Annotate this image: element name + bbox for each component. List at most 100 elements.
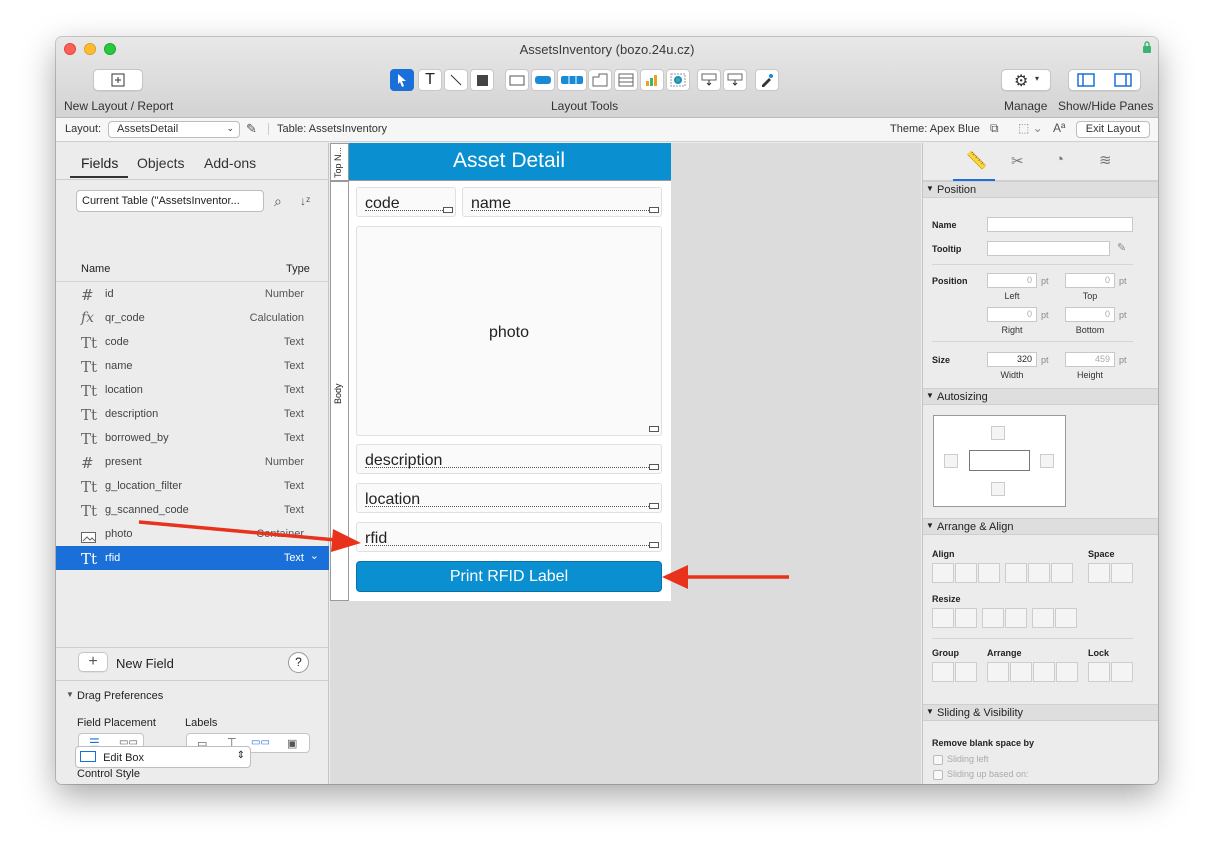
field-row-g-location-filter[interactable]: Tt g_location_filter Text xyxy=(56,474,329,498)
disclosure-triangle-icon[interactable]: ▼ xyxy=(66,690,74,699)
button-bar-tool[interactable] xyxy=(557,69,587,91)
position-section-header[interactable]: Position xyxy=(923,181,1158,198)
bring-to-front-button[interactable] xyxy=(987,662,1009,682)
sort-icon[interactable]: ↓ᶻ xyxy=(300,194,310,208)
anchor-right-lock-icon[interactable] xyxy=(1040,454,1054,468)
tab-objects[interactable]: Objects xyxy=(137,155,184,171)
sliding-visibility-section-header[interactable]: Sliding & Visibility xyxy=(923,704,1158,721)
format-painter-tool[interactable] xyxy=(755,69,779,91)
autosizing-section-header[interactable]: Autosizing xyxy=(923,388,1158,405)
position-tab-ruler-icon[interactable]: 📏 xyxy=(966,151,987,171)
tooltip-input[interactable] xyxy=(987,241,1110,256)
rfid-field[interactable]: rfid xyxy=(356,522,662,552)
manage-button[interactable]: ⚙ ▾ xyxy=(1001,69,1051,91)
chart-tool[interactable] xyxy=(640,69,664,91)
field-row-present[interactable]: # present Number xyxy=(56,450,329,474)
anchor-bottom-lock-icon[interactable] xyxy=(991,482,1005,496)
new-layout-button[interactable] xyxy=(93,69,143,91)
chevron-down-icon[interactable]: ⌄ xyxy=(310,549,319,562)
new-field-plus-button[interactable]: + xyxy=(78,652,108,672)
height-input[interactable]: 459 xyxy=(1065,352,1115,367)
pencil-icon[interactable]: ✎ xyxy=(246,121,257,137)
name-input[interactable] xyxy=(987,217,1133,232)
resize-largest-both-button[interactable] xyxy=(1055,608,1077,628)
field-row-photo[interactable]: photo Container xyxy=(56,522,329,546)
right-input[interactable]: 0 xyxy=(987,307,1037,322)
align-bottom-edges-button[interactable] xyxy=(1051,563,1073,583)
appearance-tab-palette-icon[interactable]: ◔ xyxy=(1055,151,1064,168)
sliding-up-checkbox[interactable] xyxy=(933,770,943,780)
description-field[interactable]: description xyxy=(356,444,662,474)
web-viewer-tool[interactable] xyxy=(666,69,690,91)
button-tool[interactable] xyxy=(531,69,555,91)
tab-add-ons[interactable]: Add-ons xyxy=(204,155,256,171)
tab-control-tool[interactable] xyxy=(588,69,612,91)
field-row-qr-code[interactable]: fx qr_code Calculation xyxy=(56,306,329,330)
top-input[interactable]: 0 xyxy=(1065,273,1115,288)
send-backward-button[interactable] xyxy=(1033,662,1055,682)
group-button[interactable] xyxy=(932,662,954,682)
field-row-description[interactable]: Tt description Text xyxy=(56,402,329,426)
layout-select[interactable]: AssetsDetail ⌄ xyxy=(108,121,240,138)
line-tool[interactable] xyxy=(444,69,468,91)
align-left-edges-button[interactable] xyxy=(932,563,954,583)
left-input[interactable]: 0 xyxy=(987,273,1037,288)
data-tab-database-icon[interactable]: ≋ xyxy=(1099,151,1112,169)
resize-largest-height-button[interactable] xyxy=(1005,608,1027,628)
insert-part-tool[interactable] xyxy=(723,69,747,91)
resize-smallest-height-button[interactable] xyxy=(982,608,1004,628)
bottom-input[interactable]: 0 xyxy=(1065,307,1115,322)
label-left-icon[interactable]: ▭▭ xyxy=(251,737,270,748)
field-row-g-scanned-code[interactable]: Tt g_scanned_code Text xyxy=(56,498,329,522)
tab-fields[interactable]: Fields xyxy=(81,155,118,171)
photo-field[interactable]: photo xyxy=(356,226,662,436)
font-size-icon[interactable]: Aª xyxy=(1053,121,1065,135)
shape-tool[interactable] xyxy=(470,69,494,91)
field-row-code[interactable]: Tt code Text xyxy=(56,330,329,354)
align-vertical-centers-button[interactable] xyxy=(1028,563,1050,583)
location-field[interactable]: location xyxy=(356,483,662,513)
resize-smallest-width-button[interactable] xyxy=(932,608,954,628)
field-row-id[interactable]: # id Number xyxy=(56,282,329,306)
align-top-edges-button[interactable] xyxy=(1005,563,1027,583)
layout-canvas[interactable]: Top N... Body Asset Detail code name pho… xyxy=(330,143,921,784)
column-name-header[interactable]: Name xyxy=(81,263,110,275)
pointer-tool[interactable] xyxy=(390,69,414,91)
space-vertically-button[interactable] xyxy=(1111,563,1133,583)
pencil-icon[interactable]: ✎ xyxy=(1117,241,1126,254)
theme-icon[interactable]: ⧉ xyxy=(990,121,999,136)
grid-icon[interactable]: ⬚ ⌄ xyxy=(1018,121,1043,135)
space-horizontally-button[interactable] xyxy=(1088,563,1110,583)
insert-field-tool[interactable] xyxy=(697,69,721,91)
text-tool[interactable]: T xyxy=(418,69,442,91)
control-style-select[interactable]: Edit Box ⇕ xyxy=(75,746,251,768)
lock-button[interactable] xyxy=(1088,662,1110,682)
resize-smallest-both-button[interactable] xyxy=(1032,608,1054,628)
arrange-align-section-header[interactable]: Arrange & Align xyxy=(923,518,1158,535)
body-part-tab[interactable]: Body xyxy=(330,181,349,601)
ungroup-button[interactable] xyxy=(955,662,977,682)
layout-header-title[interactable]: Asset Detail xyxy=(349,149,669,173)
name-field[interactable]: name xyxy=(462,187,662,217)
field-tool[interactable] xyxy=(505,69,529,91)
styles-tab-brush-icon[interactable]: ✂ xyxy=(1011,152,1024,170)
field-row-name[interactable]: Tt name Text xyxy=(56,354,329,378)
top-navigation-part-tab[interactable]: Top N... xyxy=(330,143,349,181)
align-horizontal-centers-button[interactable] xyxy=(955,563,977,583)
table-select[interactable]: Current Table ("AssetsInventor... xyxy=(76,190,264,212)
search-icon[interactable]: ⌕ xyxy=(274,193,282,210)
anchor-left-lock-icon[interactable] xyxy=(944,454,958,468)
new-field-label[interactable]: New Field xyxy=(116,656,174,671)
field-row-borrowed-by[interactable]: Tt borrowed_by Text xyxy=(56,426,329,450)
width-input[interactable]: 320 xyxy=(987,352,1037,367)
help-button[interactable]: ? xyxy=(288,652,309,673)
bring-forward-button[interactable] xyxy=(1010,662,1032,682)
unlock-button[interactable] xyxy=(1111,662,1133,682)
anchor-top-lock-icon[interactable] xyxy=(991,426,1005,440)
column-type-header[interactable]: Type xyxy=(286,263,310,275)
send-to-back-button[interactable] xyxy=(1056,662,1078,682)
sliding-left-checkbox[interactable] xyxy=(933,755,943,765)
resize-largest-width-button[interactable] xyxy=(955,608,977,628)
exit-layout-button[interactable]: Exit Layout xyxy=(1076,121,1150,138)
code-field[interactable]: code xyxy=(356,187,456,217)
